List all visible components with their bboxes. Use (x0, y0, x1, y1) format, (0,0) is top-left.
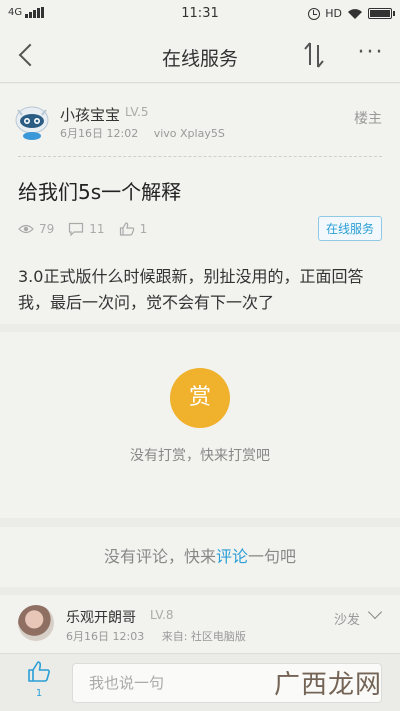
like-count: 1 (35, 688, 43, 699)
section-tag[interactable]: 在线服务 (317, 216, 382, 241)
robot-avatar[interactable] (12, 102, 52, 142)
post-body: 3.0正式版什么时候跟新，别扯没用的，正面回答我，最后一次问，觉不会有下一次了 (18, 267, 364, 312)
views-stat: 79 (18, 222, 54, 236)
more-icon[interactable]: ··· (354, 40, 388, 70)
views-count: 79 (39, 222, 55, 236)
status-icons: HD (308, 7, 395, 20)
post-title: 给我们5s一个解释 (18, 180, 182, 204)
battery-icon (368, 8, 395, 19)
avatar[interactable] (18, 605, 54, 641)
thumb-up-icon (28, 661, 50, 682)
navigation-bar: 在线服务 ··· (0, 28, 400, 83)
comment-icon (69, 222, 84, 236)
post-stats: 79 11 1 (18, 222, 147, 236)
page-title: 在线服务 (161, 48, 238, 70)
post-meta: 6月16日 12:02 vivo Xplay5S (60, 125, 237, 141)
reply-item: 乐观开朗哥 LV.8 6月16日 12:03 来自: 社区电脑版 沙发 (0, 595, 400, 653)
likes-count: 1 (139, 222, 148, 236)
hd-indicator: HD (325, 7, 342, 20)
reply-date: 6月16日 12:03 (66, 630, 145, 643)
reward-section: 赏 没有打赏，快来打赏吧 (0, 332, 400, 518)
sort-icon[interactable] (300, 39, 330, 71)
divider (18, 156, 382, 157)
floor-label: 楼主 (354, 111, 382, 127)
reply-level: LV.8 (150, 608, 174, 622)
wifi-icon (348, 8, 362, 19)
eye-icon (18, 224, 34, 234)
reward-text: 没有打赏，快来打赏吧 (130, 448, 270, 464)
watermark: 广西龙网 (273, 670, 382, 700)
likes-stat[interactable]: 1 (119, 222, 148, 236)
comment-link[interactable]: 评论 (216, 547, 248, 566)
like-button[interactable]: 1 (24, 660, 54, 704)
status-bar: 4G 11:31 HD (0, 0, 400, 28)
comments-count: 11 (89, 222, 105, 236)
alarm-icon (308, 7, 321, 20)
empty-comments: 没有评论，快来评论一句吧 (0, 527, 400, 587)
reply-source: 来自: 社区电脑版 (161, 630, 246, 643)
reply-author[interactable]: 乐观开朗哥 (66, 607, 136, 627)
comments-stat: 11 (68, 222, 105, 236)
reply-floor: 沙发 (333, 613, 360, 628)
post-device: vivo Xplay5S (153, 127, 225, 140)
author-name[interactable]: 小孩宝宝 (60, 104, 120, 125)
post-date: 6月16日 12:02 (60, 127, 139, 140)
empty-comments-suffix: 一句吧 (248, 547, 297, 566)
author-level: LV.5 (125, 105, 149, 119)
reward-button[interactable]: 赏 (170, 368, 230, 428)
empty-comments-prefix: 没有评论，快来 (103, 547, 216, 566)
reply-meta: 6月16日 12:03 来自: 社区电脑版 (66, 628, 260, 644)
chevron-down-icon[interactable] (368, 607, 382, 621)
thumb-up-icon (119, 222, 134, 236)
bottom-bar: 1 我也说一句 广西龙网 (0, 653, 400, 711)
post-card: 小孩宝宝 LV.5 6月16日 12:02 vivo Xplay5S 楼主 给我… (0, 84, 400, 324)
